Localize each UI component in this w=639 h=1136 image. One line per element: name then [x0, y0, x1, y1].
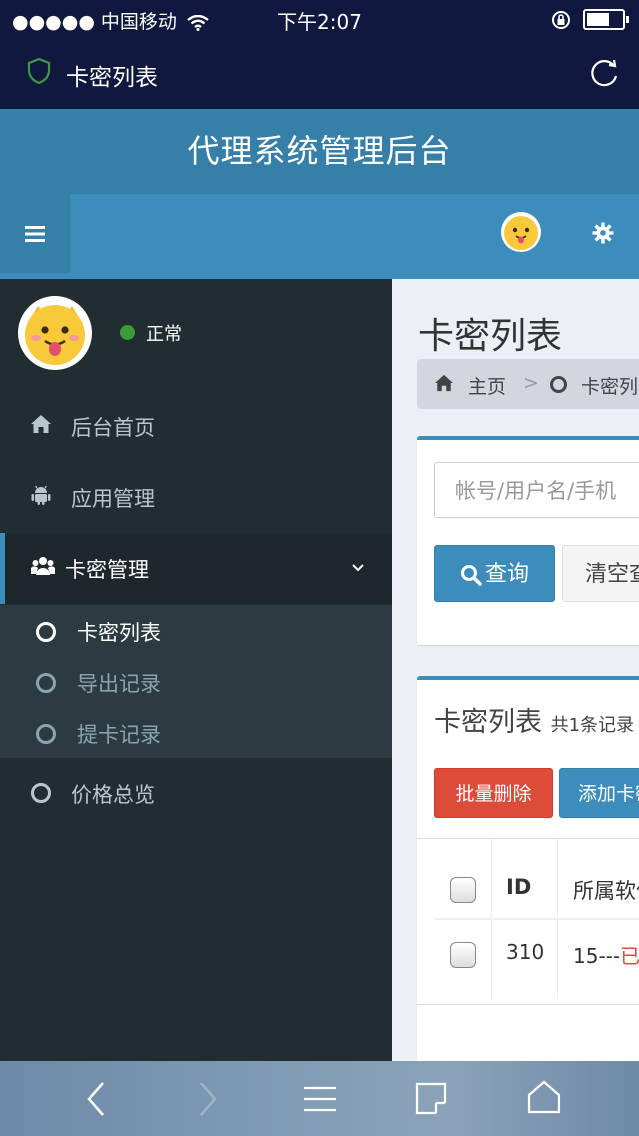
sidebar-item-label: 后台首页	[71, 416, 155, 440]
sidebar-item-dashboard[interactable]: 后台首页	[0, 391, 392, 462]
tabs-icon[interactable]	[414, 1081, 448, 1115]
clear-query-button[interactable]: 清空查询	[562, 545, 639, 602]
add-card-button[interactable]: 添加卡密	[559, 768, 639, 818]
top-bar	[0, 194, 639, 279]
submenu-item-label: 提卡记录	[77, 723, 161, 747]
submenu-item-withdraw-records[interactable]: 提卡记录	[0, 707, 392, 758]
shield-icon	[27, 57, 51, 85]
nav-title: 卡密列表	[66, 65, 158, 91]
circle-icon	[31, 783, 51, 803]
page-title: 卡密列表	[418, 316, 563, 357]
brand-title: 代理系统管理后台	[0, 109, 639, 194]
online-status-dot	[120, 325, 135, 340]
circle-icon	[36, 724, 56, 744]
sidebar: 正常 后台首页 应用管理 卡密管理 卡密列表 导出记录 提卡记录 价格总览	[0, 279, 392, 1061]
battery-icon	[583, 9, 629, 30]
card-table: ID 所属软件 310 15---已	[417, 838, 639, 1005]
menu-toggle-button[interactable]	[0, 194, 70, 273]
query-button-label: 查询	[484, 562, 529, 587]
row-checkbox[interactable]	[450, 942, 476, 968]
forward-icon[interactable]	[198, 1081, 218, 1117]
home-icon[interactable]	[526, 1079, 562, 1115]
row-divider	[435, 918, 639, 920]
users-icon	[31, 557, 55, 575]
search-input[interactable]: 帐号/用户名/手机	[434, 462, 639, 518]
select-all-checkbox[interactable]	[450, 877, 476, 903]
circle-icon	[550, 376, 567, 393]
query-button[interactable]: 查询	[434, 545, 555, 602]
cell-software: 15---已	[573, 940, 639, 969]
batch-delete-button[interactable]: 批量删除	[434, 768, 553, 818]
sidebar-item-card-management[interactable]: 卡密管理	[0, 533, 392, 604]
user-avatar[interactable]	[500, 211, 542, 253]
android-icon	[31, 485, 51, 505]
ios-status-bar: ●●●●● 中国移动 下午2:07	[0, 0, 639, 38]
main-content: 卡密列表 主页 > 卡密列表 帐号/用户名/手机 查询 清空查询 卡密列表 共1…	[392, 279, 639, 1061]
table-header-id[interactable]: ID	[506, 875, 531, 899]
submenu-card-management: 卡密列表 导出记录 提卡记录	[0, 605, 392, 758]
reload-icon[interactable]	[587, 56, 621, 90]
circle-icon	[36, 673, 56, 693]
sidebar-item-label: 卡密管理	[65, 558, 149, 582]
hamburger-icon	[25, 225, 45, 242]
record-count: 共1条记录	[550, 715, 635, 736]
sidebar-item-label: 应用管理	[71, 487, 155, 511]
browser-toolbar	[0, 1061, 639, 1136]
search-icon	[460, 565, 482, 586]
home-icon	[31, 415, 51, 433]
app-nav-bar: 卡密列表	[0, 38, 639, 109]
list-title: 卡密列表	[434, 707, 542, 738]
rotation-lock-icon	[551, 10, 570, 29]
breadcrumb-separator: >	[523, 372, 539, 394]
status-right	[551, 8, 629, 30]
sidebar-item-apps[interactable]: 应用管理	[0, 462, 392, 533]
cell-id: 310	[506, 940, 545, 964]
menu-icon[interactable]	[302, 1085, 338, 1113]
breadcrumb-home-link[interactable]: 主页	[468, 372, 506, 399]
submenu-item-label: 导出记录	[77, 672, 161, 696]
home-icon	[435, 374, 453, 392]
submenu-item-label: 卡密列表	[77, 621, 161, 645]
breadcrumb-current: 卡密列表	[581, 376, 639, 398]
table-header-software[interactable]: 所属软件	[573, 875, 639, 905]
status-time: 下午2:07	[277, 10, 362, 34]
cell-software-text: 15---	[573, 944, 621, 968]
user-status-text: 正常	[146, 324, 182, 345]
list-title-row: 卡密列表 共1条记录	[434, 700, 634, 739]
search-panel: 帐号/用户名/手机 查询 清空查询	[417, 436, 639, 645]
chevron-down-icon	[352, 564, 364, 572]
card-list-panel: 卡密列表 共1条记录 批量删除 添加卡密 ID 所属软件 310 15---已	[417, 676, 639, 1061]
cell-status-text: 已	[620, 944, 639, 968]
sidebar-item-price-overview[interactable]: 价格总览	[0, 758, 392, 829]
submenu-item-export-records[interactable]: 导出记录	[0, 656, 392, 707]
sidebar-avatar	[18, 296, 92, 370]
sidebar-item-label: 价格总览	[71, 783, 155, 807]
breadcrumb: 主页 > 卡密列表	[417, 359, 639, 409]
gear-icon[interactable]	[592, 222, 614, 244]
circle-icon	[36, 622, 56, 642]
back-icon[interactable]	[86, 1081, 106, 1117]
submenu-item-card-list[interactable]: 卡密列表	[0, 605, 392, 656]
